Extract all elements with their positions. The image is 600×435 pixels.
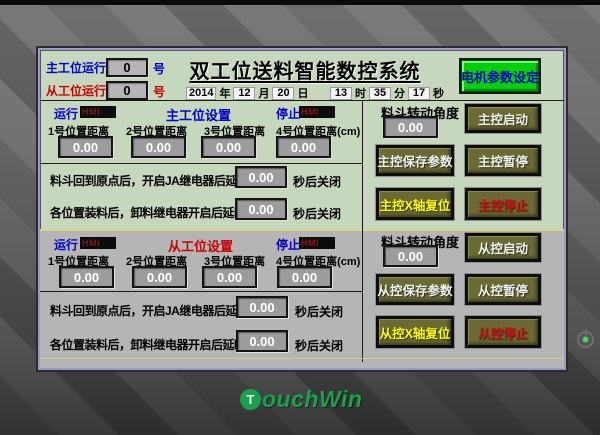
main-stop-status-label: 停止 — [276, 105, 300, 122]
date-day-value: 20 — [272, 87, 294, 100]
date-year-value: 2014 — [186, 87, 216, 100]
main-delay1-prefix: 料斗回到原点后，开启JA继电器后延时 — [50, 172, 248, 189]
slave-run-unit: 号 — [153, 83, 165, 100]
slave-pos2-field[interactable]: 0.00 — [132, 266, 187, 288]
power-icon-tick — [585, 329, 587, 335]
main-pos2-field[interactable]: 0.00 — [131, 136, 186, 158]
main-run-status-label: 运行 — [54, 105, 78, 122]
slave-hopper-angle-field[interactable]: 0.00 — [383, 245, 438, 267]
main-run-lamp: HMI — [80, 106, 116, 118]
time-hour-unit: 时 — [355, 85, 366, 101]
slave-stop-button[interactable]: 从控停止 — [465, 316, 541, 348]
main-delay1-suffix: 秒后关闭 — [293, 173, 341, 190]
slave-delay2-prefix: 各位置装料后，卸料继电器开启后延时 — [50, 336, 246, 353]
main-stop-lamp: HMI — [299, 106, 335, 118]
main-hopper-angle-field[interactable]: 0.00 — [383, 116, 438, 138]
motor-params-button[interactable]: 电机参数设定 — [461, 60, 539, 92]
main-pos4-field[interactable]: 0.00 — [276, 136, 331, 158]
slave-stop-status-label: 停止 — [276, 236, 300, 253]
main-delay2-prefix: 各位置装料后，卸料继电器开启后延时 — [50, 204, 246, 221]
main-pos1-field[interactable]: 0.00 — [58, 136, 113, 158]
main-run-number-field[interactable]: 0 — [106, 58, 148, 77]
main-station-title: 主工位设置 — [166, 105, 231, 124]
date-month-value: 12 — [233, 87, 255, 100]
date-year-unit: 年 — [219, 85, 230, 101]
time-minute-value: 35 — [369, 87, 391, 100]
main-pause-button[interactable]: 主控暂停 — [465, 145, 541, 176]
slave-run-status-label: 运行 — [54, 236, 78, 253]
slave-x-axis-reset-button[interactable]: 从控X轴复位 — [376, 316, 454, 348]
slave-delay1-prefix: 料斗回到原点后，开启JA继电器后延时 — [50, 302, 248, 319]
time-display: 13 时 35 分 17 秒 — [330, 85, 444, 101]
main-delay1-field[interactable]: 0.00 — [235, 166, 287, 188]
touchwin-logo: T ouchWin — [240, 386, 362, 413]
touchwin-logo-mark: T — [240, 389, 261, 410]
slave-delay2-field[interactable]: 0.00 — [236, 330, 288, 352]
header-divider — [40, 100, 564, 101]
main-delay2-field[interactable]: 0.00 — [235, 198, 287, 220]
power-led-dot — [583, 337, 588, 342]
slave-delay1-field[interactable]: 0.00 — [236, 296, 288, 318]
hmi-panel: 主工位运行 0 号 从工位运行 0 号 双工位送料智能数控系统 2014 年 1… — [38, 48, 566, 370]
main-stop-button[interactable]: 主控停止 — [465, 188, 541, 220]
time-second-unit: 秒 — [433, 85, 444, 101]
main-run-unit: 号 — [153, 60, 165, 77]
slave-section-bottom-line — [40, 358, 564, 359]
touchwin-logo-text: ouchWin — [262, 386, 362, 413]
date-display: 2014 年 12 月 20 日 — [186, 85, 308, 101]
slave-delay1-suffix: 秒后关闭 — [295, 303, 343, 320]
main-pos3-field[interactable]: 0.00 — [201, 136, 256, 158]
column-divider — [362, 100, 363, 362]
main-save-params-button[interactable]: 主控保存参数 — [376, 145, 454, 176]
page-title: 双工位送料智能数控系统 — [185, 55, 425, 84]
slave-box-divider — [40, 291, 362, 292]
main-run-label: 主工位运行 — [46, 59, 106, 76]
slave-pos1-field[interactable]: 0.00 — [59, 266, 114, 288]
time-hour-value: 13 — [330, 87, 352, 100]
time-second-value: 17 — [408, 87, 430, 100]
slave-pause-button[interactable]: 从控暂停 — [465, 274, 541, 305]
date-month-unit: 月 — [258, 85, 269, 101]
power-indicator-icon — [577, 331, 594, 348]
slave-save-params-button[interactable]: 从控保存参数 — [376, 274, 454, 305]
main-delay2-suffix: 秒后关闭 — [293, 205, 341, 222]
slave-pos3-field[interactable]: 0.00 — [202, 266, 257, 288]
main-start-button[interactable]: 主控启动 — [465, 104, 541, 133]
slave-start-button[interactable]: 从控启动 — [465, 233, 541, 262]
main-x-axis-reset-button[interactable]: 主控X轴复位 — [376, 188, 454, 220]
time-minute-unit: 分 — [394, 85, 405, 101]
main-box-divider — [40, 163, 362, 164]
slave-pos4-field[interactable]: 0.00 — [277, 266, 332, 288]
slave-run-label: 从工位运行 — [46, 82, 106, 99]
slave-run-lamp: HMI — [80, 237, 116, 249]
slave-run-number-field[interactable]: 0 — [106, 81, 148, 100]
slave-stop-lamp: HMI — [299, 237, 335, 249]
slave-delay2-suffix: 秒后关闭 — [295, 337, 343, 354]
date-day-unit: 日 — [297, 85, 308, 101]
screen-top-bezel — [0, 0, 600, 5]
